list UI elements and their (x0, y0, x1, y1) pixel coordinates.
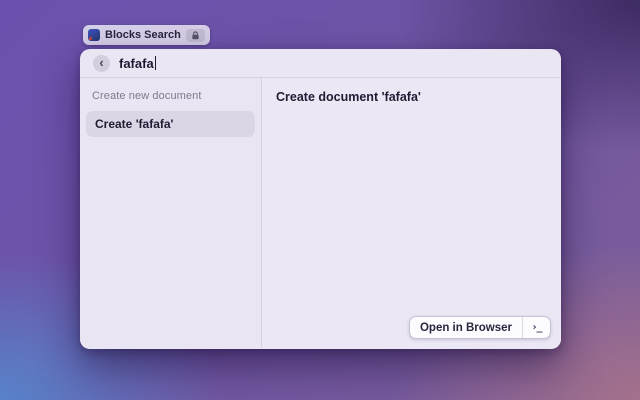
list-item-create-fafafa[interactable]: Create 'fafafa' (86, 111, 255, 137)
app-badge[interactable]: Blocks Search (83, 25, 210, 45)
list-item-label: Create 'fafafa' (95, 117, 174, 131)
blocks-app-icon (88, 29, 100, 41)
back-button[interactable]: ‹ (93, 54, 110, 72)
section-header: Create new document (92, 90, 202, 102)
text-cursor (154, 56, 157, 70)
app-badge-label: Blocks Search (105, 29, 181, 41)
command-menu-button[interactable]: ›_ (523, 317, 550, 338)
search-bar: ‹ fafafa (80, 49, 561, 78)
desktop-background: { "badge": { "label": "Blocks Search", "… (0, 0, 640, 400)
window-body: Create new document Create 'fafafa' Crea… (80, 78, 561, 348)
terminal-prompt-icon: ›_ (531, 322, 542, 333)
search-query-text: fafafa (119, 55, 154, 71)
open-in-browser-button[interactable]: Open in Browser (410, 317, 522, 338)
lock-chip (185, 28, 205, 42)
lock-icon (191, 30, 200, 40)
blocks-search-window: ‹ fafafa Create new document Create 'faf… (80, 49, 561, 349)
detail-panel: Create document 'fafafa' Open in Browser… (262, 78, 561, 348)
results-panel: Create new document Create 'fafafa' (80, 78, 262, 348)
detail-title: Create document 'fafafa' (276, 90, 421, 104)
search-input[interactable]: fafafa (119, 49, 548, 77)
chevron-left-icon: ‹ (99, 54, 104, 70)
footer-actions: Open in Browser ›_ (408, 316, 551, 339)
